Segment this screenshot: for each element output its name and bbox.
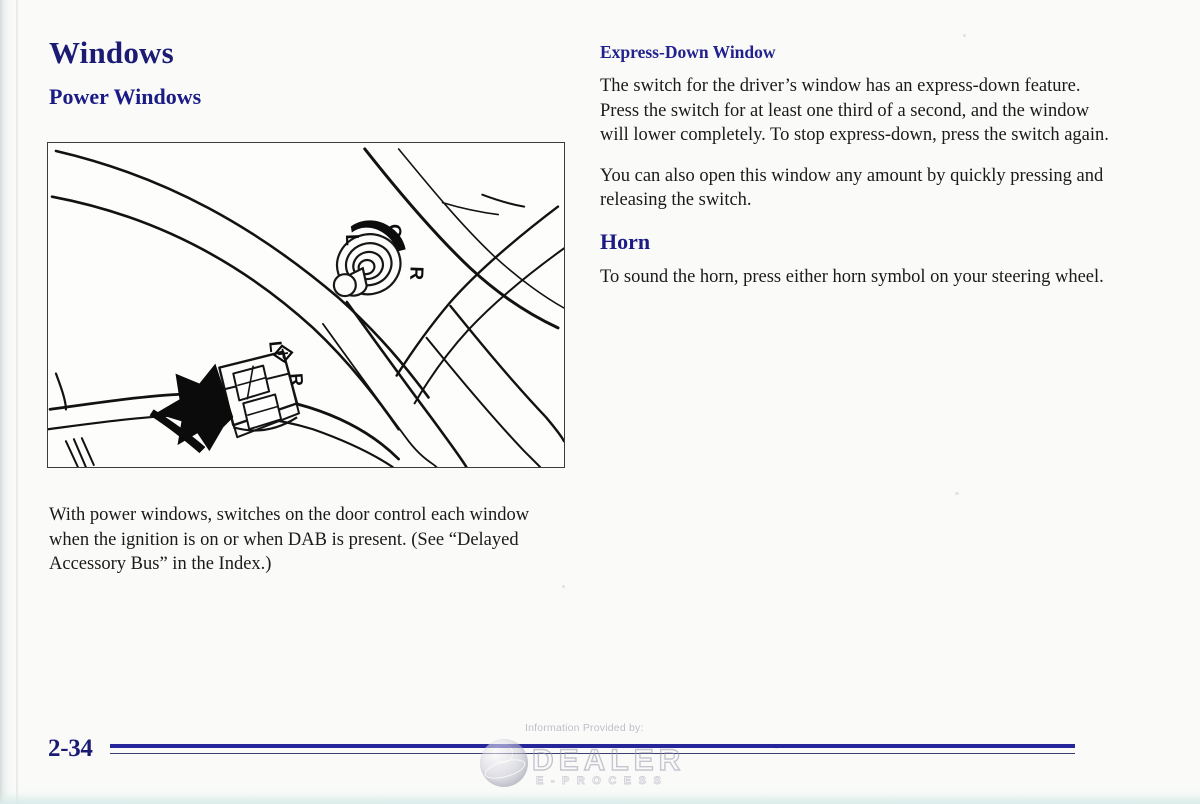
- globe-icon: [480, 739, 528, 787]
- scan-edge-left-secondary: [16, 0, 19, 804]
- mirror-label-right: R: [405, 266, 427, 281]
- right-column: Express-Down Window The switch for the d…: [600, 42, 1110, 290]
- paragraph-express-down-2: You can also open this window any amount…: [600, 165, 1104, 211]
- scan-speck: [562, 585, 565, 588]
- door-control-panel-illustration: L O R L R: [47, 142, 565, 468]
- figure-caption: With power windows, switches on the door…: [49, 505, 530, 575]
- manual-page: Windows Power Windows L O R L R With pow…: [0, 0, 1200, 804]
- section-heading-horn: Horn: [600, 228, 651, 254]
- watermark-provided-by: Information Provided by:: [525, 722, 644, 734]
- left-column: Windows Power Windows: [49, 36, 565, 122]
- scan-edge-bottom: [0, 792, 1200, 804]
- window-label-right: R: [286, 372, 307, 386]
- mirror-label-off: O: [383, 223, 405, 239]
- dealer-watermark: Information Provided by: DEALER E-PROCES…: [470, 722, 730, 792]
- page-number: 2-34: [48, 735, 93, 762]
- scan-speck: [963, 34, 966, 37]
- scan-speck: [955, 492, 959, 495]
- illustration-svg: L O R L R: [48, 147, 564, 467]
- section-heading-power-windows: Power Windows: [49, 84, 202, 109]
- mirror-label-left: L: [341, 234, 362, 246]
- figure-caption-wrapper: With power windows, switches on the door…: [49, 503, 569, 577]
- paragraph-express-down-1: The switch for the driver’s window has a…: [600, 76, 1109, 146]
- paragraph-horn-1: To sound the horn, press either horn sym…: [600, 266, 1104, 287]
- power-window-switch-cluster: [218, 350, 301, 439]
- watermark-tagline: E-PROCESS: [536, 775, 669, 788]
- scan-edge-left: [0, 0, 7, 804]
- page-title: Windows: [49, 35, 174, 70]
- section-heading-express-down-window: Express-Down Window: [600, 42, 776, 62]
- watermark-brand: DEALER: [531, 743, 686, 777]
